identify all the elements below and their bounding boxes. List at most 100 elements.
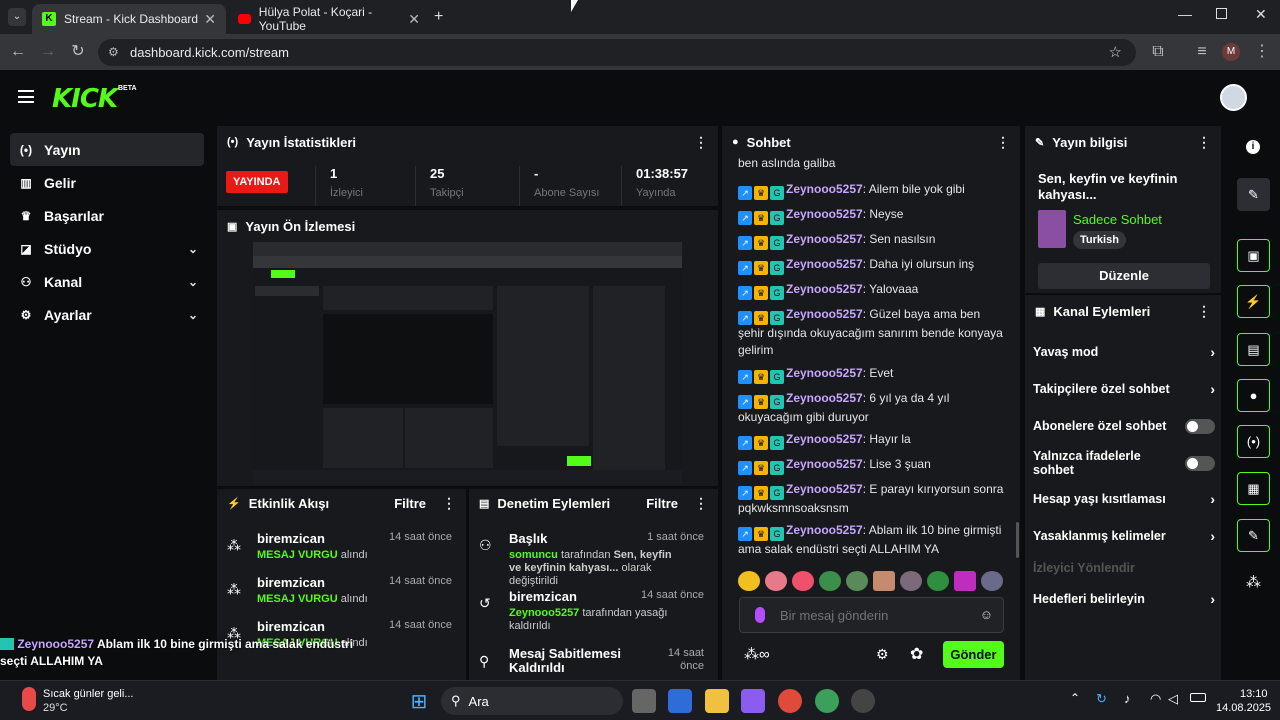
site-info-icon[interactable]: ⚙ <box>108 45 119 59</box>
bookmark-star-icon[interactable]: ☆ <box>1109 43 1122 61</box>
hamburger-menu-icon[interactable] <box>18 90 34 103</box>
microphone-tray-icon[interactable]: ♪ <box>1124 691 1131 706</box>
tab-youtube[interactable]: Hülya Polat - Koçari - YouTube ✕ <box>228 4 430 34</box>
emote-icon[interactable] <box>819 571 841 591</box>
close-tab-icon[interactable]: ✕ <box>408 11 420 28</box>
chat-username[interactable]: Zeynooo5257 <box>786 432 863 446</box>
emote-icon[interactable] <box>900 571 922 591</box>
emote-icon[interactable] <box>927 571 949 591</box>
address-bar[interactable]: ⚙ dashboard.kick.com/stream ☆ <box>98 39 1136 66</box>
battery-icon[interactable] <box>1190 693 1206 702</box>
user-name[interactable]: biremzican <box>509 589 577 604</box>
emoji-picker-icon[interactable]: ☺ <box>980 607 993 622</box>
goals-item[interactable]: Hedefleri belirleyin › <box>1033 589 1215 609</box>
category-thumbnail[interactable] <box>1038 210 1066 248</box>
chat-username[interactable]: Zeynooo5257 <box>786 523 863 537</box>
account-age-item[interactable]: Hesap yaşı kısıtlaması › <box>1033 489 1215 509</box>
subscribers-only-toggle[interactable] <box>1185 418 1215 434</box>
clock-date[interactable]: 14.08.2025 <box>1216 702 1271 714</box>
emote-icon[interactable] <box>873 571 895 591</box>
user-avatar[interactable] <box>1220 84 1247 111</box>
stream-preview-video[interactable] <box>253 242 682 484</box>
info-icon[interactable]: i <box>1246 140 1260 154</box>
chat-input-box[interactable]: ☺ <box>739 597 1004 633</box>
emote-icon[interactable] <box>981 571 1003 591</box>
file-explorer-icon[interactable] <box>705 689 729 713</box>
edit-rail-button[interactable]: ✎ <box>1237 178 1270 211</box>
sidebar-item-studyo[interactable]: ◪ Stüdyo ⌄ <box>10 232 204 265</box>
emote-icon[interactable] <box>846 571 868 591</box>
chrome-icon[interactable] <box>778 689 802 713</box>
chat-username[interactable]: Zeynooo5257 <box>786 457 863 471</box>
chat-username[interactable]: Zeynooo5257 <box>786 366 863 380</box>
sidebar-item-gelir[interactable]: ▥ Gelir <box>10 166 204 199</box>
close-window-button[interactable]: ✕ <box>1255 6 1267 23</box>
chat-scrollbar[interactable] <box>1016 522 1019 558</box>
store-icon[interactable] <box>668 689 692 713</box>
maximize-button[interactable] <box>1216 8 1227 19</box>
actor-name[interactable]: somuncu <box>509 549 558 561</box>
more-options-icon[interactable]: ⋮ <box>996 134 1010 151</box>
profile-avatar[interactable]: M <box>1222 43 1240 61</box>
followers-only-item[interactable]: Takipçilere özel sohbet › <box>1033 379 1215 399</box>
taskbar-search[interactable]: ⚲ Ara <box>441 687 623 715</box>
chat-rail-button[interactable]: ● <box>1237 379 1270 412</box>
minimize-button[interactable]: — <box>1178 6 1192 22</box>
start-button[interactable]: ⊞ <box>407 689 431 713</box>
sidebar-item-kanal[interactable]: ⚇ Kanal ⌄ <box>10 265 204 298</box>
more-options-icon[interactable]: ⋮ <box>694 495 708 512</box>
preview-rail-button[interactable]: ▣ <box>1237 239 1270 272</box>
user-name[interactable]: biremzican <box>257 531 325 546</box>
emote-icon[interactable] <box>792 571 814 591</box>
extensions-icon[interactable]: ⧉ <box>1148 42 1168 62</box>
sync-icon[interactable]: ↻ <box>1096 691 1107 707</box>
weather-text[interactable]: Sıcak günler geli... <box>43 688 134 700</box>
weather-icon[interactable] <box>22 687 36 711</box>
quick-emote-icon[interactable]: ✿ <box>910 644 923 664</box>
channel-points-icon[interactable]: ⁂∞ <box>744 645 770 663</box>
sidebar-item-basarilar[interactable]: ♛ Başarılar <box>10 199 204 232</box>
obs-icon[interactable] <box>851 689 875 713</box>
send-button[interactable]: Gönder <box>943 641 1004 668</box>
emote-icon[interactable] <box>954 571 976 591</box>
reload-icon[interactable]: ↻ <box>68 42 88 62</box>
chat-username[interactable]: Zeynooo5257 <box>786 257 863 271</box>
chat-username[interactable]: Zeynooo5257 <box>786 282 863 296</box>
tab-list-button[interactable]: ⌄ <box>8 8 26 26</box>
user-name[interactable]: biremzican <box>257 619 325 634</box>
chat-settings-icon[interactable]: ⚙ <box>876 646 889 663</box>
tab-kick-dashboard[interactable]: K Stream - Kick Dashboard ✕ <box>32 4 226 34</box>
emotes-only-toggle[interactable] <box>1185 455 1215 471</box>
clock-time[interactable]: 13:10 <box>1240 688 1268 700</box>
forward-icon[interactable]: → <box>38 42 58 62</box>
task-view-icon[interactable] <box>632 689 656 713</box>
chat-username[interactable]: Zeynooo5257 <box>786 391 863 405</box>
chat-username[interactable]: Zeynooo5257 <box>786 232 863 246</box>
emote-icon[interactable] <box>738 571 760 591</box>
chrome-profile-icon[interactable] <box>815 689 839 713</box>
moderation-rail-button[interactable]: ▤ <box>1237 333 1270 366</box>
chat-username[interactable]: Zeynooo5257 <box>786 207 863 221</box>
actor-name[interactable]: Zeynooo5257 <box>509 607 579 619</box>
back-icon[interactable]: ← <box>8 42 28 62</box>
activity-rail-button[interactable]: ⚡ <box>1237 285 1270 318</box>
edit-button[interactable]: Düzenle <box>1038 263 1210 289</box>
channel-rail-button[interactable]: ▦ <box>1237 472 1270 505</box>
chat-username[interactable]: Zeynooo5257 <box>786 307 863 321</box>
highlights-icon[interactable]: ⁂ <box>1246 573 1261 591</box>
language-tag[interactable]: Turkish <box>1073 231 1126 249</box>
more-options-icon[interactable]: ⋮ <box>1197 303 1211 320</box>
emote-icon[interactable] <box>765 571 787 591</box>
media-controls-icon[interactable]: ≡ <box>1192 42 1212 62</box>
category-name[interactable]: Sadece Sohbet <box>1073 212 1162 227</box>
chat-message-input[interactable] <box>780 606 970 624</box>
chat-username[interactable]: Zeynooo5257 <box>786 182 863 196</box>
microphone-icon[interactable] <box>755 607 765 623</box>
broadcast-rail-button[interactable]: (•) <box>1237 425 1270 458</box>
more-options-icon[interactable]: ⋮ <box>442 495 456 512</box>
slow-mode-item[interactable]: Yavaş mod › <box>1033 342 1215 362</box>
sidebar-item-yayin[interactable]: (•) Yayın <box>10 133 204 166</box>
filter-button[interactable]: Filtre <box>394 496 426 511</box>
more-options-icon[interactable]: ⋮ <box>694 134 708 151</box>
filter-button[interactable]: Filtre <box>646 496 678 511</box>
